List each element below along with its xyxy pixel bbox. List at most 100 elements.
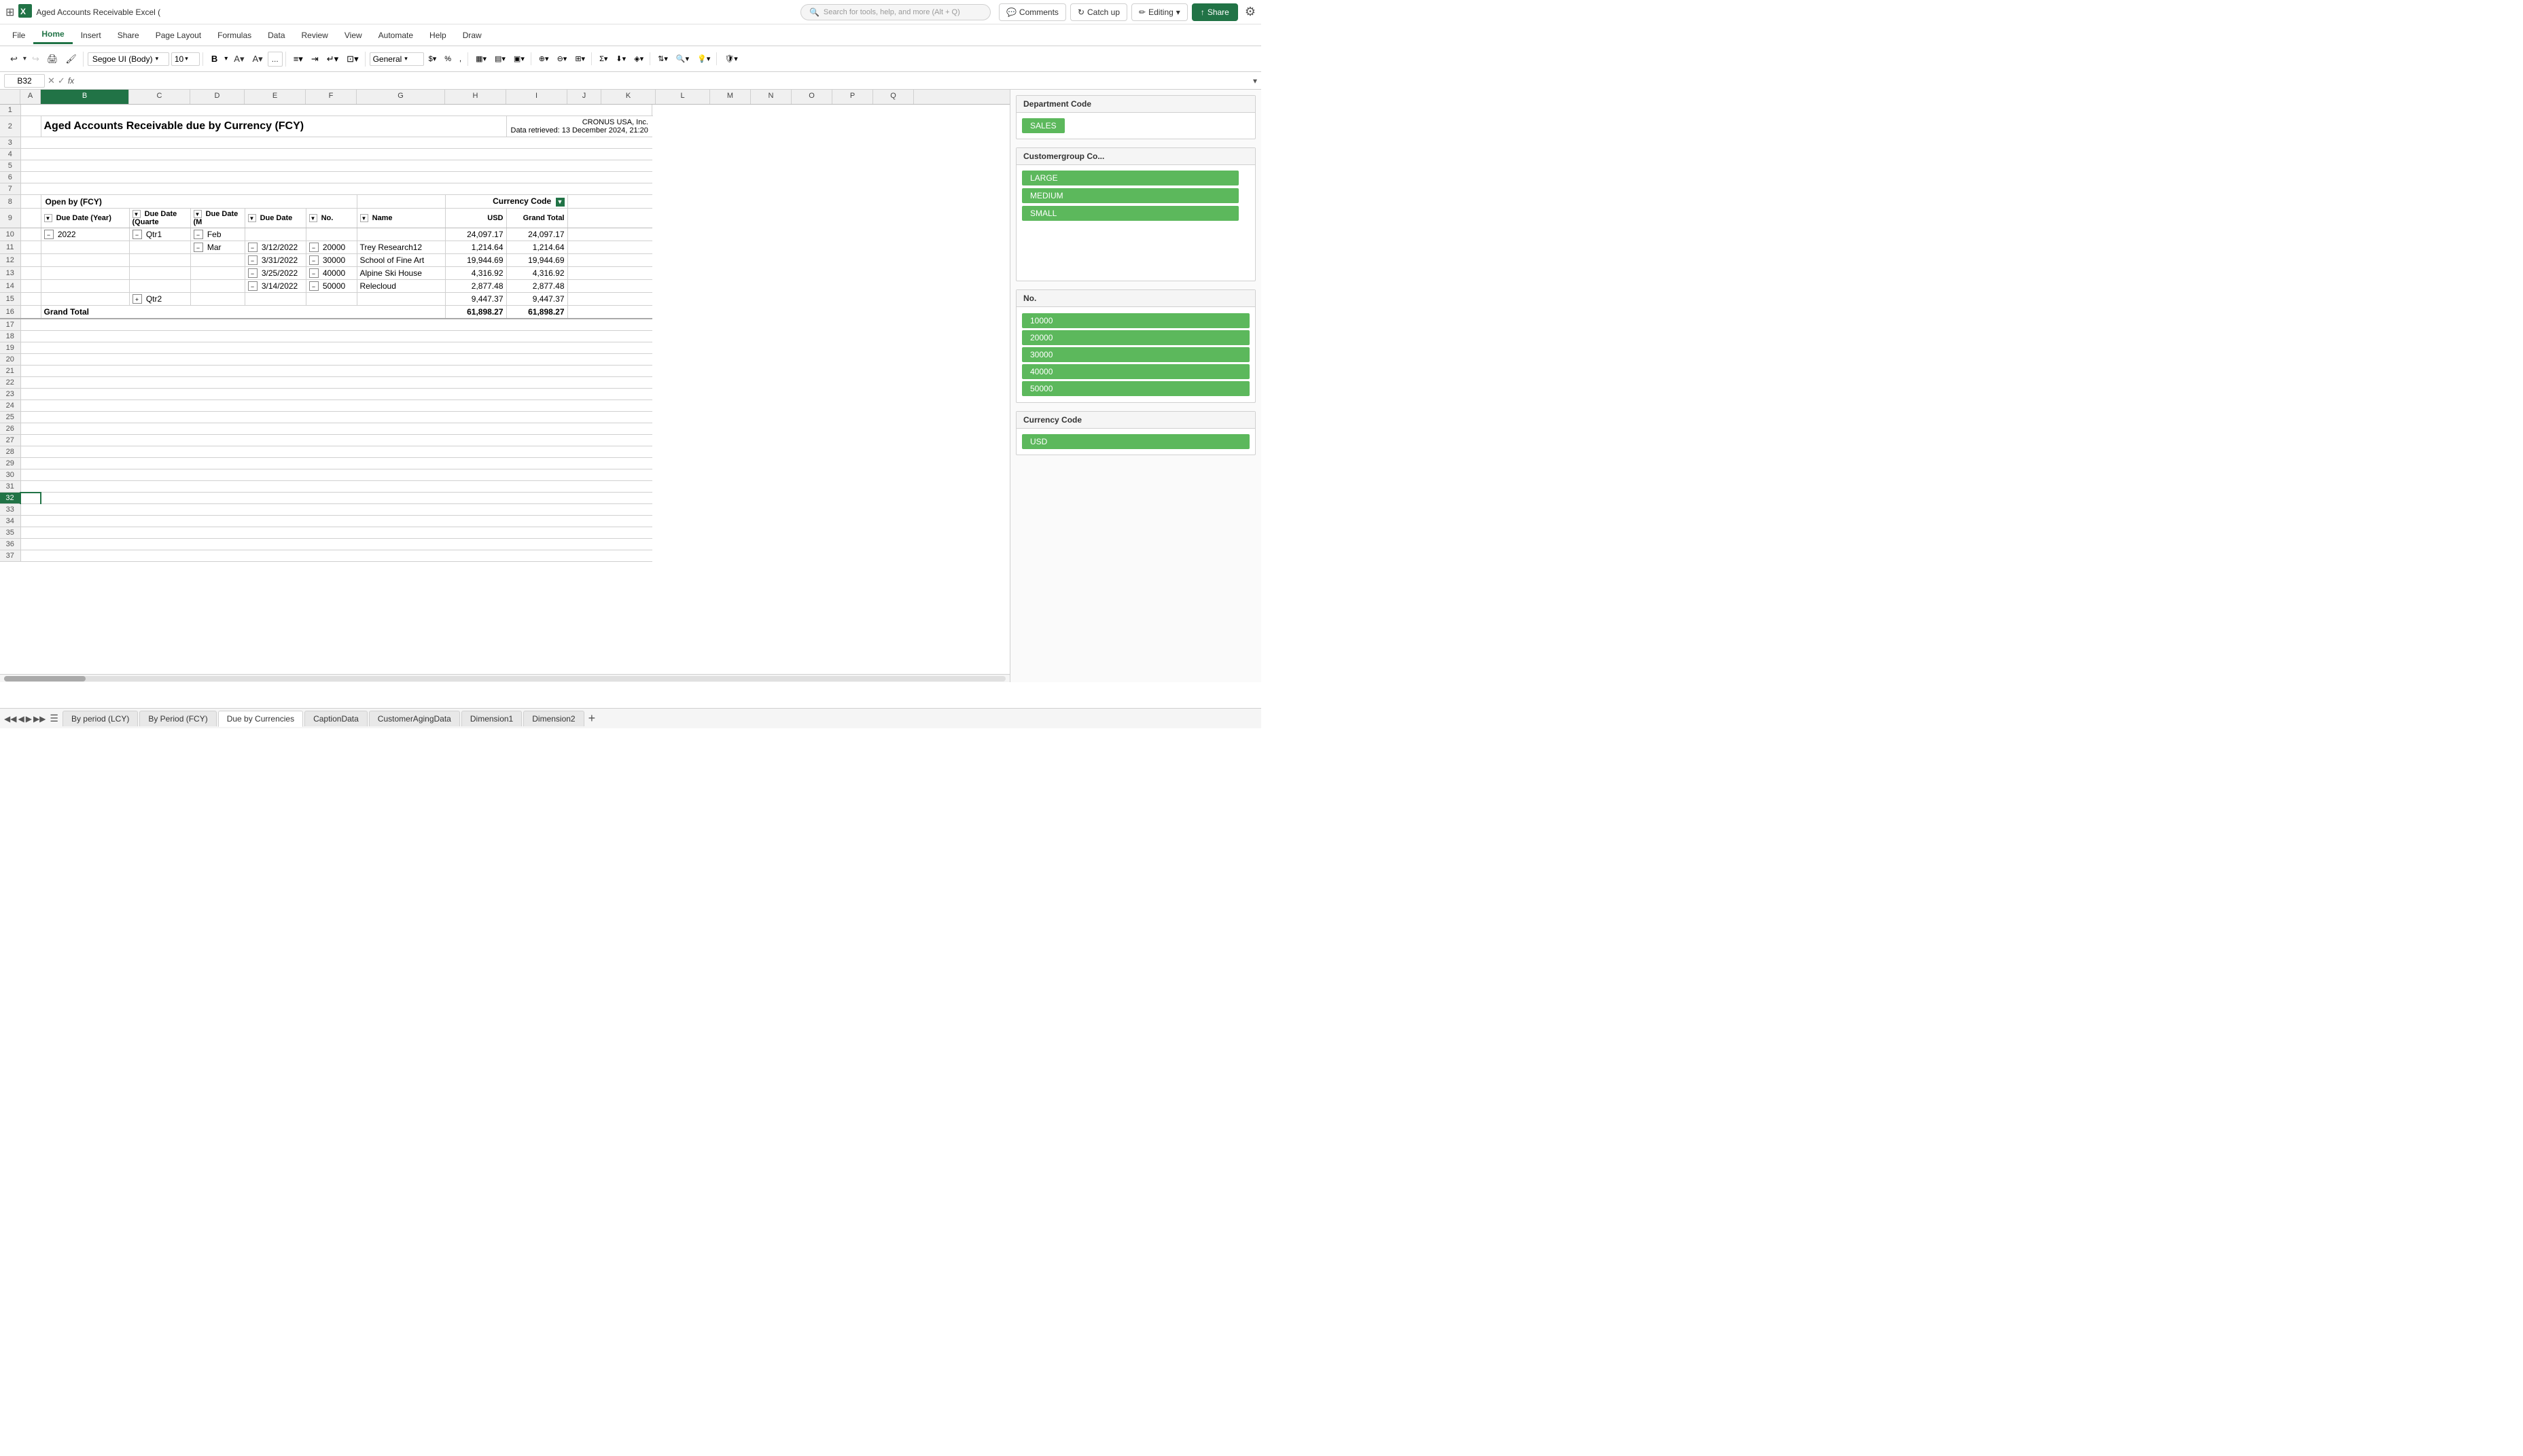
cell-a11[interactable] (20, 241, 41, 254)
cell-i14-gt[interactable]: 2,877.48 (506, 280, 567, 293)
bold-dropdown[interactable]: ▾ (223, 53, 229, 65)
sheet-nav-prev-icon[interactable]: ◀ (18, 714, 24, 724)
filter-chip-50000[interactable]: 50000 (1022, 381, 1250, 396)
tab-data[interactable]: Data (260, 27, 293, 43)
col-header-i[interactable]: I (506, 90, 567, 104)
cell-reference[interactable] (4, 74, 45, 88)
col-header-due-date[interactable]: ▼ Due Date (245, 209, 306, 228)
col-header-n[interactable]: N (751, 90, 792, 104)
col-header-due-date-quarter[interactable]: ▼ Due Date (Quarte (129, 209, 190, 228)
app-grid-icon[interactable]: ⊞ (5, 5, 14, 19)
font-color-button[interactable]: A▾ (249, 52, 266, 67)
col-header-k[interactable]: K (601, 90, 656, 104)
tab-customer-aging-data[interactable]: CustomerAgingData (369, 711, 460, 726)
tab-insert[interactable]: Insert (73, 27, 109, 43)
due-date-month-filter-icon[interactable]: ▼ (194, 210, 202, 218)
settings-icon[interactable]: ⚙ (1245, 5, 1256, 19)
format-selector[interactable]: General ▾ (370, 52, 424, 66)
cell-i13-gt[interactable]: 4,316.92 (506, 267, 567, 280)
cell-b32-active[interactable] (20, 493, 41, 504)
sheet-nav[interactable]: ◀◀ ◀ ▶ ▶▶ (4, 714, 46, 724)
cell-styles-button[interactable]: ▣▾ (510, 52, 528, 65)
cell-f12-no[interactable]: − 30000 (306, 254, 357, 267)
col-header-grand-total[interactable]: Grand Total (506, 209, 567, 228)
cell-h16-usd[interactable]: 61,898.27 (445, 306, 506, 319)
font-size-selector[interactable]: 10 ▾ (171, 52, 200, 66)
delete-cells-button[interactable]: ⊖▾ (554, 52, 571, 65)
cell-g14-name[interactable]: Relecloud (357, 280, 445, 293)
expand-no-12[interactable]: − (309, 255, 319, 265)
col-header-no[interactable]: ▼ No. (306, 209, 357, 228)
filter-chip-medium[interactable]: MEDIUM (1022, 188, 1239, 203)
fill-button[interactable]: ⬇▾ (612, 52, 629, 65)
expand-no-13[interactable]: − (309, 268, 319, 278)
tab-page-layout[interactable]: Page Layout (147, 27, 209, 43)
cell-h13-usd[interactable]: 4,316.92 (445, 267, 506, 280)
share-button[interactable]: ↑ Share (1192, 3, 1238, 21)
expand-date-11[interactable]: − (248, 243, 258, 252)
col-header-l[interactable]: L (656, 90, 710, 104)
cell-d12[interactable] (190, 254, 245, 267)
cell-h14-usd[interactable]: 2,877.48 (445, 280, 506, 293)
cell-b11[interactable] (41, 241, 129, 254)
cell-d11-month[interactable]: − Mar (190, 241, 245, 254)
sheet-nav-last-icon[interactable]: ▶▶ (33, 714, 46, 724)
cell-a10[interactable] (20, 228, 41, 241)
font-selector[interactable]: Segoe UI (Body) ▾ (88, 52, 169, 66)
tab-due-by-currencies[interactable]: Due by Currencies (218, 711, 303, 727)
col-header-due-date-year[interactable]: ▼ Due Date (Year) (41, 209, 129, 228)
tab-view[interactable]: View (336, 27, 370, 43)
col-header-q[interactable]: Q (873, 90, 914, 104)
percent-button[interactable]: % (441, 53, 455, 65)
cell-b13[interactable] (41, 267, 129, 280)
no-filter-icon[interactable]: ▼ (309, 214, 317, 222)
cell-c15-quarter[interactable]: + Qtr2 (129, 293, 190, 306)
bold-button[interactable]: B (207, 52, 222, 66)
cell-a2[interactable] (20, 116, 41, 137)
cell-g11-name[interactable]: Trey Research12 (357, 241, 445, 254)
cell-f14-no[interactable]: − 50000 (306, 280, 357, 293)
more-options-button[interactable]: ... (268, 52, 283, 67)
cell-h12-usd[interactable]: 19,944.69 (445, 254, 506, 267)
expand-no-14[interactable]: − (309, 281, 319, 291)
col-header-e[interactable]: E (245, 90, 306, 104)
sort-filter-button[interactable]: ⇅▾ (654, 52, 671, 65)
filter-chip-10000[interactable]: 10000 (1022, 313, 1250, 328)
cell-a9[interactable] (20, 209, 41, 228)
cell-f10[interactable] (306, 228, 357, 241)
autosum-button[interactable]: Σ▾ (596, 52, 611, 65)
merge-button[interactable]: ⊡▾ (343, 52, 361, 67)
sheet-menu-icon[interactable]: ☰ (50, 713, 58, 724)
cell-b10-year[interactable]: − 2022 (41, 228, 129, 241)
sensitivity-button[interactable]: 🛡▾ (721, 52, 741, 65)
tab-help[interactable]: Help (421, 27, 455, 43)
search-box[interactable]: 🔍 Search for tools, help, and more (Alt … (800, 4, 991, 20)
filter-chip-30000[interactable]: 30000 (1022, 347, 1250, 362)
editing-button[interactable]: ✏ Editing ▾ (1131, 3, 1188, 21)
cell-a1[interactable] (20, 105, 652, 116)
clear-button[interactable]: ◈▾ (631, 52, 647, 65)
format-cells-button[interactable]: ⊞▾ (571, 52, 588, 65)
col-header-a[interactable]: A (20, 90, 41, 104)
filter-chip-20000[interactable]: 20000 (1022, 330, 1250, 345)
filter-chip-usd[interactable]: USD (1022, 434, 1250, 449)
due-date-filter-icon[interactable]: ▼ (248, 214, 256, 222)
cell-e10[interactable] (245, 228, 306, 241)
cell-e11-date[interactable]: − 3/12/2022 (245, 241, 306, 254)
wrap-button[interactable]: ↵▾ (323, 52, 342, 67)
comments-button[interactable]: 💬 Comments (999, 3, 1066, 21)
due-date-year-filter-icon[interactable]: ▼ (44, 214, 52, 222)
cell-i11-gt[interactable]: 1,214.64 (506, 241, 567, 254)
cell-f13-no[interactable]: − 40000 (306, 267, 357, 280)
cell-h10-usd[interactable]: 24,097.17 (445, 228, 506, 241)
expand-qtr1-icon[interactable]: − (133, 230, 142, 239)
cell-d13[interactable] (190, 267, 245, 280)
expand-qtr2-icon[interactable]: + (133, 294, 142, 304)
col-header-p[interactable]: P (832, 90, 873, 104)
filter-chip-large[interactable]: LARGE (1022, 171, 1239, 185)
find-select-button[interactable]: 🔍▾ (673, 52, 692, 65)
col-header-usd[interactable]: USD (445, 209, 506, 228)
col-header-name[interactable]: ▼ Name (357, 209, 445, 228)
cell-e12-date[interactable]: − 3/31/2022 (245, 254, 306, 267)
tab-by-period-fcy[interactable]: By Period (FCY) (139, 711, 216, 726)
